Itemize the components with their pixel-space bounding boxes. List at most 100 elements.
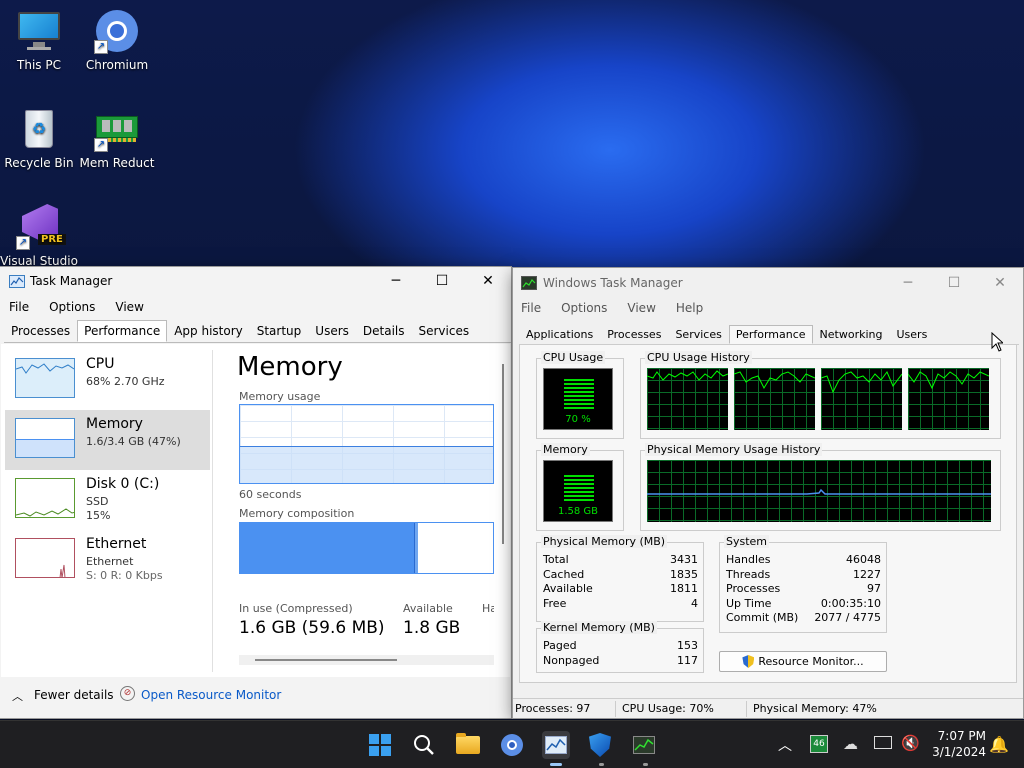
cloud-offline-icon[interactable]: ☁ bbox=[843, 735, 858, 753]
desktop-icon-recycle-bin[interactable]: ♻ Recycle Bin bbox=[0, 106, 78, 170]
visual-studio-icon: PRE ↗ bbox=[16, 204, 66, 250]
tab-users[interactable]: Users bbox=[308, 320, 356, 342]
menu-file[interactable]: File bbox=[521, 301, 541, 315]
tab-strip: Processes Performance App history Startu… bbox=[4, 320, 511, 343]
tab-networking[interactable]: Networking bbox=[813, 325, 890, 344]
group-label: Physical Memory Usage History bbox=[645, 443, 823, 456]
desktop-icon-this-pc[interactable]: This PC bbox=[0, 8, 78, 72]
desktop-icon-mem-reduct[interactable]: ↗ Mem Reduct bbox=[78, 106, 156, 170]
tab-services[interactable]: Services bbox=[668, 325, 728, 344]
chromium-taskbar-button[interactable] bbox=[498, 731, 526, 759]
time-span-label: 60 seconds bbox=[239, 488, 302, 501]
cpu-usage-group: CPU Usage 70 % bbox=[536, 351, 624, 439]
horizontal-scrollbar[interactable] bbox=[239, 655, 494, 665]
vertical-scrollbar[interactable] bbox=[500, 364, 506, 544]
kv-key: Cached bbox=[543, 567, 585, 581]
window-title: Windows Task Manager bbox=[543, 276, 683, 290]
kv-key: Paged bbox=[543, 639, 577, 652]
close-button[interactable]: ✕ bbox=[977, 268, 1023, 298]
modified-segment bbox=[415, 523, 418, 573]
maximize-button[interactable]: ☐ bbox=[419, 267, 465, 295]
close-button[interactable]: ✕ bbox=[465, 267, 511, 295]
sidebar-subtitle: Ethernet bbox=[86, 555, 134, 568]
desktop-icon-visual-studio[interactable]: PRE ↗ Visual Studio bbox=[0, 204, 78, 268]
task-manager-taskbar-button[interactable] bbox=[542, 731, 570, 759]
kv-key: Threads bbox=[726, 567, 771, 581]
sidebar-item-ethernet[interactable]: Ethernet Ethernet S: 0 R: 0 Kbps bbox=[5, 530, 210, 590]
desktop-icon-label: Visual Studio bbox=[0, 254, 78, 268]
menu-help[interactable]: Help bbox=[676, 301, 703, 315]
classic-task-manager-taskbar-button[interactable] bbox=[630, 731, 658, 759]
desktop-icon-chromium[interactable]: ↗ Chromium bbox=[78, 8, 156, 72]
sidebar-divider bbox=[212, 350, 213, 672]
tab-applications[interactable]: Applications bbox=[519, 325, 600, 344]
minimize-button[interactable]: ─ bbox=[885, 268, 931, 298]
resource-monitor-button[interactable]: Resource Monitor... bbox=[719, 651, 887, 672]
pre-badge: PRE bbox=[38, 234, 66, 245]
start-button[interactable] bbox=[366, 731, 394, 759]
menu-view[interactable]: View bbox=[115, 300, 143, 314]
tab-performance[interactable]: Performance bbox=[728, 325, 813, 344]
show-hidden-icons-button[interactable]: ︿ bbox=[778, 735, 792, 755]
kv-value: 1227 bbox=[853, 567, 881, 581]
hardware-reserved-label: Ha bbox=[482, 602, 494, 615]
window-title: Task Manager bbox=[30, 274, 113, 288]
memory-meter-bars bbox=[564, 475, 594, 503]
memory-history-graph bbox=[647, 460, 991, 522]
sidebar-item-cpu[interactable]: CPU 68% 2.70 GHz bbox=[5, 350, 210, 410]
fewer-details-link[interactable]: Fewer details bbox=[34, 688, 114, 702]
kv-key: Nonpaged bbox=[543, 653, 600, 667]
kv-row: Cached 1835 bbox=[543, 568, 698, 583]
defender-taskbar-button[interactable] bbox=[586, 731, 614, 759]
tray-app-icon[interactable]: 46 bbox=[810, 735, 828, 753]
chromium-icon: ↗ bbox=[94, 8, 140, 54]
status-memory: Physical Memory: 47% bbox=[753, 702, 877, 715]
tab-performance[interactable]: Performance bbox=[77, 320, 168, 342]
classic-task-manager-icon bbox=[521, 276, 537, 290]
title-bar: Windows Task Manager ─ ☐ ✕ bbox=[513, 268, 1023, 298]
tab-services[interactable]: Services bbox=[412, 320, 477, 342]
sidebar-subtitle: 1.6/3.4 GB (47%) bbox=[86, 435, 181, 448]
desktop-icon-label: Recycle Bin bbox=[4, 156, 74, 170]
maximize-button[interactable]: ☐ bbox=[931, 268, 977, 298]
tab-processes[interactable]: Processes bbox=[4, 320, 77, 342]
tab-app-history[interactable]: App history bbox=[167, 320, 250, 342]
open-resource-monitor-link[interactable]: Open Resource Monitor bbox=[141, 688, 281, 702]
tab-processes[interactable]: Processes bbox=[600, 325, 668, 344]
chevron-up-icon[interactable]: ︿ bbox=[12, 688, 23, 704]
kv-key: Available bbox=[543, 582, 593, 596]
vertical-scrollbar-thumb[interactable] bbox=[502, 364, 504, 544]
kv-value: 0:00:35:10 bbox=[820, 596, 881, 610]
tab-details[interactable]: Details bbox=[356, 320, 412, 342]
menu-options[interactable]: Options bbox=[49, 300, 95, 314]
minimize-button[interactable]: ─ bbox=[373, 267, 419, 295]
kv-row: Handles 46048 bbox=[726, 553, 881, 568]
menu-view[interactable]: View bbox=[627, 301, 655, 315]
task-manager-icon bbox=[545, 736, 567, 754]
sidebar-title: CPU bbox=[86, 356, 115, 372]
sidebar-item-memory[interactable]: Memory 1.6/3.4 GB (47%) bbox=[5, 410, 210, 470]
shortcut-arrow-icon: ↗ bbox=[94, 138, 108, 152]
physical-memory-group: Physical Memory (MB) Total 3431 Cached 183… bbox=[536, 535, 704, 622]
kv-key: Total bbox=[543, 553, 569, 566]
search-button[interactable] bbox=[410, 731, 438, 759]
notification-bell-icon[interactable]: 🔔 bbox=[989, 735, 1009, 754]
mouse-cursor-icon bbox=[991, 331, 1005, 352]
tab-startup[interactable]: Startup bbox=[250, 320, 309, 342]
network-icon[interactable] bbox=[874, 736, 892, 749]
horizontal-scrollbar-thumb[interactable] bbox=[255, 659, 397, 661]
clock-time: 7:07 PM bbox=[937, 729, 986, 743]
clock[interactable]: 7:07 PM 3/1/2024 bbox=[926, 728, 986, 760]
sidebar-item-disk[interactable]: Disk 0 (C:) SSD 15% bbox=[5, 470, 210, 530]
menu-options[interactable]: Options bbox=[561, 301, 607, 315]
sidebar-subtitle: 68% 2.70 GHz bbox=[86, 375, 165, 388]
group-label: CPU Usage History bbox=[645, 351, 752, 364]
volume-muted-icon[interactable]: 🔇 bbox=[901, 734, 920, 752]
memory-usage-value: 1.58 GB bbox=[557, 506, 599, 517]
menu-bar: File Options View Help bbox=[521, 301, 723, 315]
kv-key: Processes bbox=[726, 582, 781, 596]
tab-users[interactable]: Users bbox=[890, 325, 935, 344]
file-explorer-button[interactable] bbox=[454, 731, 482, 759]
menu-file[interactable]: File bbox=[9, 300, 29, 314]
performance-panel: CPU Usage 70 % CPU Usage History Memory … bbox=[519, 345, 1017, 683]
